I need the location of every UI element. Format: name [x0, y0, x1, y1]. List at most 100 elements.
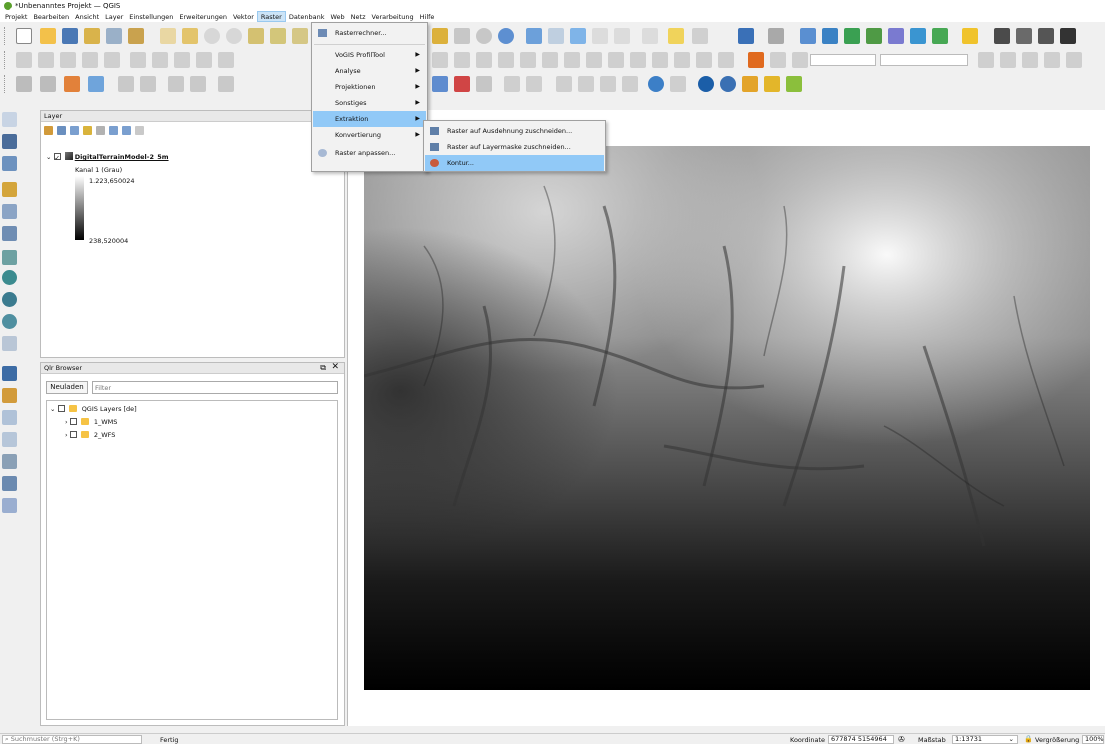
add-group-icon[interactable]: [57, 126, 66, 135]
menu-item-clip-extent[interactable]: Raster auf Ausdehnung zuschneiden...: [425, 123, 604, 139]
chevron-down-icon[interactable]: ⌄: [46, 153, 51, 161]
chevron-right-icon[interactable]: ›: [65, 431, 68, 439]
magnifier-field[interactable]: 100%: [1082, 735, 1104, 744]
pan-to-selection-icon[interactable]: [182, 28, 198, 44]
label-tool-g-icon[interactable]: [564, 52, 580, 68]
layer-style-icon[interactable]: [44, 126, 53, 135]
add-line-icon[interactable]: [60, 52, 76, 68]
menu-item-clip-mask[interactable]: Raster auf Layermaske zuschneiden...: [425, 139, 604, 155]
toolbar-grip[interactable]: [4, 51, 7, 69]
swap-arrows-icon[interactable]: [1038, 28, 1054, 44]
layer-name[interactable]: DigitalTerrainModel-2_5m: [75, 153, 169, 161]
menu-item-analyse[interactable]: Analyse ▶: [313, 63, 426, 79]
tolerance-spinbox[interactable]: [810, 54, 876, 66]
open-project-icon[interactable]: [40, 28, 56, 44]
snap-a-icon[interactable]: [770, 52, 786, 68]
zoom-out-icon[interactable]: [226, 28, 242, 44]
zoom-last-icon[interactable]: [432, 28, 448, 44]
modify-attributes-icon[interactable]: [104, 52, 120, 68]
digitize-g-icon[interactable]: [718, 52, 734, 68]
digitize-a-icon[interactable]: [586, 52, 602, 68]
vector-tool-f-icon[interactable]: [140, 76, 156, 92]
statistics-icon[interactable]: [592, 28, 608, 44]
edit-pencil-icon[interactable]: [16, 52, 32, 68]
tree-item-qgis-layers[interactable]: ⌄ QGIS Layers [de]: [50, 405, 137, 413]
help-icon[interactable]: [738, 28, 754, 44]
info-icon[interactable]: [648, 76, 664, 92]
chevron-down-icon[interactable]: ⌄: [1009, 736, 1014, 743]
plugin-f-icon[interactable]: [888, 28, 904, 44]
menu-item-sonstiges[interactable]: Sonstiges ▶: [313, 95, 426, 111]
new-geopackage-icon[interactable]: [2, 476, 17, 491]
plugin-i-icon[interactable]: [962, 28, 978, 44]
collapse-all-icon[interactable]: [122, 126, 131, 135]
vector-edit-icon[interactable]: [600, 76, 616, 92]
digitize-b-icon[interactable]: [608, 52, 624, 68]
split-d-icon[interactable]: [1044, 52, 1060, 68]
style-manager-icon[interactable]: [128, 28, 144, 44]
menu-item-raster-anpassen[interactable]: Raster anpassen...: [313, 145, 426, 161]
paste-features-icon[interactable]: [196, 52, 212, 68]
line-tool-icon[interactable]: [622, 76, 638, 92]
coordinate-capture-icon[interactable]: [556, 76, 572, 92]
vector-tool-g-icon[interactable]: [168, 76, 184, 92]
reload-button[interactable]: Neuladen: [46, 381, 88, 394]
cloud-a-icon[interactable]: [698, 76, 714, 92]
menu-vektor[interactable]: Vektor: [230, 11, 257, 22]
temporal-controller-icon[interactable]: [476, 28, 492, 44]
add-raster-layer-icon[interactable]: [2, 134, 17, 149]
menu-item-extraktion[interactable]: Extraktion ▶: [313, 111, 426, 127]
filter-input[interactable]: [92, 381, 338, 394]
digitize-d-icon[interactable]: [652, 52, 668, 68]
layer-tree-item[interactable]: ⌄ ✓ DigitalTerrainModel-2_5m: [46, 152, 169, 162]
label-tool-b-icon[interactable]: [454, 52, 470, 68]
menu-erweiterungen[interactable]: Erweiterungen: [176, 11, 230, 22]
menu-datenbank[interactable]: Datenbank: [286, 11, 328, 22]
expand-all-icon[interactable]: [109, 126, 118, 135]
menu-item-konvertierung[interactable]: Konvertierung ▶: [313, 127, 426, 143]
gps-icon[interactable]: [578, 76, 594, 92]
scale-combobox[interactable]: 1:13731 ⌄: [952, 735, 1018, 744]
toolbar-grip[interactable]: [4, 27, 7, 45]
label-abc-icon[interactable]: [218, 76, 234, 92]
add-arcgis-icon[interactable]: [2, 388, 17, 403]
add-vector-layer-icon[interactable]: [2, 112, 17, 127]
tree-item-wfs[interactable]: › 2_WFS: [65, 431, 115, 439]
new-print-layout-icon[interactable]: [84, 28, 100, 44]
new-temporary-layer-icon[interactable]: [2, 432, 17, 447]
menu-einstellungen[interactable]: Einstellungen: [126, 11, 176, 22]
new-bookmark-icon[interactable]: [454, 28, 470, 44]
cut-features-icon[interactable]: [152, 52, 168, 68]
tree-checkbox[interactable]: [69, 418, 77, 425]
tolerance-unit-select[interactable]: [880, 54, 968, 66]
split-e-icon[interactable]: [1066, 52, 1082, 68]
close-icon[interactable]: ✕: [331, 362, 339, 372]
remove-layer-icon[interactable]: [135, 126, 144, 135]
open-field-calculator-icon[interactable]: [614, 28, 630, 44]
label-tool-f-icon[interactable]: [542, 52, 558, 68]
copy-features-icon[interactable]: [174, 52, 190, 68]
menu-item-rasterrechner[interactable]: Rasterrechner...: [313, 25, 426, 41]
add-wcs-icon[interactable]: [2, 292, 17, 307]
digitize-e-icon[interactable]: [674, 52, 690, 68]
digitize-c-icon[interactable]: [630, 52, 646, 68]
menu-item-projektionen[interactable]: Projektionen ▶: [313, 79, 426, 95]
plugin-h-icon[interactable]: [932, 28, 948, 44]
digitize-f-icon[interactable]: [696, 52, 712, 68]
select-features-icon[interactable]: [570, 28, 586, 44]
label-tool-e-icon[interactable]: [520, 52, 536, 68]
menu-ansicht[interactable]: Ansicht: [72, 11, 102, 22]
manage-map-themes-icon[interactable]: [70, 126, 79, 135]
plugin-k-icon[interactable]: [1016, 28, 1032, 44]
menu-netz[interactable]: Netz: [348, 11, 369, 22]
menu-bearbeiten[interactable]: Bearbeiten: [30, 11, 72, 22]
zoom-selection-icon[interactable]: [270, 28, 286, 44]
cube-a-icon[interactable]: [742, 76, 758, 92]
map-canvas[interactable]: [347, 110, 1105, 726]
menu-web[interactable]: Web: [328, 11, 348, 22]
save-project-icon[interactable]: [62, 28, 78, 44]
crosshair-icon[interactable]: [526, 76, 542, 92]
open-attribute-table-icon[interactable]: [548, 28, 564, 44]
layer-visibility-checkbox[interactable]: ✓: [53, 153, 61, 162]
html-annotation-icon[interactable]: [476, 76, 492, 92]
